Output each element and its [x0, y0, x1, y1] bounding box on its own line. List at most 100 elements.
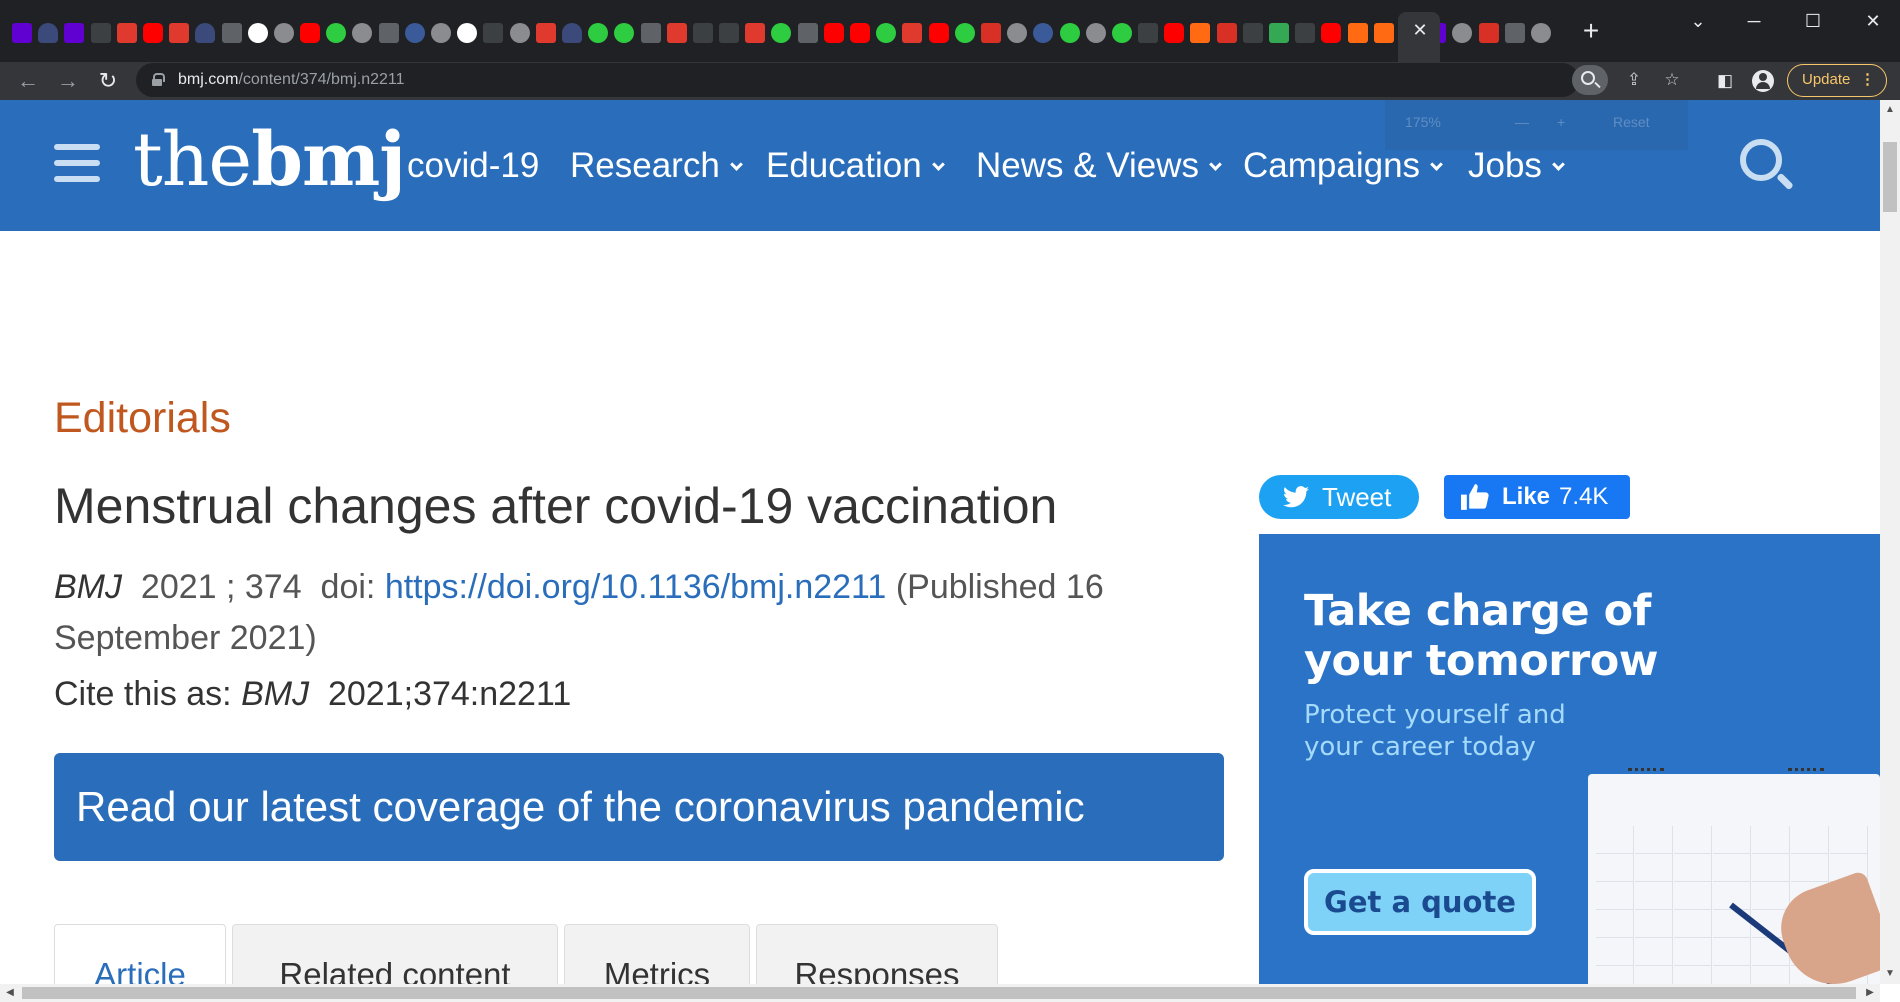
dark-favicon-icon[interactable] [1295, 23, 1316, 43]
play-favicon-icon[interactable] [1111, 23, 1132, 43]
tab-article[interactable]: Article [54, 924, 226, 984]
side-panel-icon[interactable]: ◧ [1711, 67, 1739, 95]
shield-favicon-icon[interactable] [38, 23, 59, 43]
bi-favicon-icon[interactable] [535, 23, 556, 43]
youtube-favicon-icon[interactable] [1321, 23, 1342, 43]
profile-avatar[interactable] [1752, 70, 1774, 92]
youtube-favicon-icon[interactable] [928, 23, 949, 43]
nav-news-views[interactable]: News & Views [976, 144, 1222, 188]
red-favicon-icon[interactable] [1216, 23, 1237, 43]
horizontal-scroll-thumb[interactable] [22, 987, 1856, 999]
vertical-scroll-thumb[interactable] [1883, 142, 1897, 212]
tab-search-chevron-icon[interactable]: ⌄ [1678, 8, 1718, 34]
zoom-reset-button[interactable]: Reset [1613, 114, 1650, 130]
youtube-favicon-icon[interactable] [823, 23, 844, 43]
orange-favicon-icon[interactable] [1347, 23, 1368, 43]
tab-responses[interactable]: Responses [756, 924, 998, 984]
yahoo-favicon-icon[interactable] [64, 23, 85, 43]
vertical-scrollbar[interactable]: ▲ ▼ [1880, 100, 1900, 984]
insurance-advertisement[interactable]: Take charge of your tomorrow Protect your… [1259, 534, 1880, 984]
shield-favicon-icon[interactable] [561, 23, 582, 43]
update-button[interactable]: Update ⋮ [1787, 64, 1887, 97]
flag-favicon-icon[interactable] [1504, 23, 1525, 43]
youtube-favicon-icon[interactable] [1164, 23, 1185, 43]
tab-metrics[interactable]: Metrics [564, 924, 750, 984]
scroll-down-arrow-icon[interactable]: ▼ [1880, 964, 1900, 984]
search-favicon-icon[interactable] [404, 23, 425, 43]
scroll-right-arrow-icon[interactable]: ▶ [1860, 984, 1880, 1002]
nav-education[interactable]: Education [766, 144, 945, 188]
facebook-like-button[interactable]: Like 7.4K [1444, 475, 1630, 519]
dark-favicon-icon[interactable] [1242, 23, 1263, 43]
youtube-favicon-icon[interactable] [850, 23, 870, 43]
flag-favicon-icon[interactable] [378, 23, 399, 43]
scroll-up-arrow-icon[interactable]: ▲ [1880, 100, 1900, 120]
play-favicon-icon[interactable] [771, 23, 792, 43]
flag-favicon-icon[interactable] [797, 23, 818, 43]
maximize-window-button[interactable]: ☐ [1793, 8, 1833, 34]
new-tab-button[interactable]: + [1578, 17, 1604, 45]
play-favicon-icon[interactable] [954, 23, 975, 43]
dark-favicon-icon[interactable] [1138, 23, 1159, 43]
nav-campaigns[interactable]: Campaigns [1243, 144, 1443, 188]
bi-favicon-icon[interactable] [666, 23, 687, 43]
dark-favicon-icon[interactable] [719, 23, 740, 43]
flag-favicon-icon[interactable] [221, 23, 242, 43]
close-window-button[interactable]: ✕ [1853, 8, 1893, 34]
bi-favicon-icon[interactable] [116, 23, 137, 43]
play-favicon-icon[interactable] [326, 23, 347, 43]
forward-arrow-icon[interactable]: → [52, 65, 84, 97]
bi-favicon-icon[interactable] [169, 23, 190, 43]
get-quote-button[interactable]: Get a quote [1304, 869, 1536, 935]
bookmark-star-icon[interactable]: ☆ [1658, 67, 1686, 93]
green-favicon-icon[interactable] [1269, 23, 1289, 43]
tab-related-content[interactable]: Related content [232, 924, 558, 984]
section-label[interactable]: Editorials [54, 393, 231, 443]
minimize-window-button[interactable]: ─ [1734, 8, 1774, 34]
back-arrow-icon[interactable]: ← [12, 65, 44, 97]
share-icon[interactable]: ⇪ [1620, 67, 1648, 93]
globe-favicon-icon[interactable] [1530, 23, 1551, 43]
close-tab-icon[interactable]: ✕ [1410, 20, 1430, 40]
search-favicon-icon[interactable] [1033, 23, 1054, 43]
globe-favicon-icon[interactable] [1452, 23, 1473, 43]
zoom-indicator-button[interactable] [1572, 65, 1608, 95]
ft-favicon-icon[interactable] [483, 23, 504, 43]
globe-favicon-icon[interactable] [273, 23, 294, 43]
orange-favicon-icon[interactable] [1373, 23, 1394, 43]
doi-link[interactable]: https://doi.org/10.1136/bmj.n2211 [385, 568, 887, 606]
globe-favicon-icon[interactable] [352, 23, 373, 43]
play-favicon-icon[interactable] [876, 23, 897, 43]
bi-favicon-icon[interactable] [745, 23, 766, 43]
horizontal-scrollbar[interactable]: ◀ ▶ [0, 984, 1880, 1002]
zoom-in-icon[interactable]: + [1557, 114, 1565, 130]
nav-research[interactable]: Research [570, 144, 743, 188]
covid-coverage-banner[interactable]: Read our latest coverage of the coronavi… [54, 753, 1224, 861]
google-favicon-icon[interactable] [457, 23, 478, 43]
youtube-favicon-icon[interactable] [142, 23, 163, 43]
tweet-button[interactable]: Tweet [1259, 475, 1419, 519]
globe-favicon-icon[interactable] [431, 23, 451, 43]
yahoo-favicon-icon[interactable] [12, 23, 32, 43]
red-favicon-icon[interactable] [980, 23, 1001, 43]
search-icon[interactable] [1740, 139, 1782, 181]
nav-covid-19[interactable]: covid-19 [407, 144, 539, 188]
flag-favicon-icon[interactable] [640, 23, 661, 43]
bmj-logo[interactable]: thebmj [133, 120, 406, 200]
play-favicon-icon[interactable] [614, 23, 635, 43]
youtube-favicon-icon[interactable] [300, 23, 321, 43]
ft-favicon-icon[interactable] [90, 23, 111, 43]
scroll-left-arrow-icon[interactable]: ◀ [0, 984, 20, 1002]
grid-favicon-icon[interactable] [247, 23, 268, 43]
bi-favicon-icon[interactable] [902, 23, 923, 43]
play-favicon-icon[interactable] [1059, 23, 1080, 43]
hamburger-menu-icon[interactable] [54, 144, 100, 182]
play-favicon-icon[interactable] [588, 23, 609, 43]
address-bar[interactable]: bmj.com/content/374/bmj.n2211 ⇪ ☆ [136, 63, 1680, 97]
url-text[interactable]: bmj.com/content/374/bmj.n2211 [178, 72, 405, 88]
ft-favicon-icon[interactable] [692, 23, 713, 43]
zoom-out-icon[interactable]: — [1515, 114, 1529, 130]
globe-favicon-icon[interactable] [1007, 23, 1028, 43]
red-favicon-icon[interactable] [1478, 23, 1499, 43]
reload-icon[interactable]: ↻ [92, 65, 124, 97]
